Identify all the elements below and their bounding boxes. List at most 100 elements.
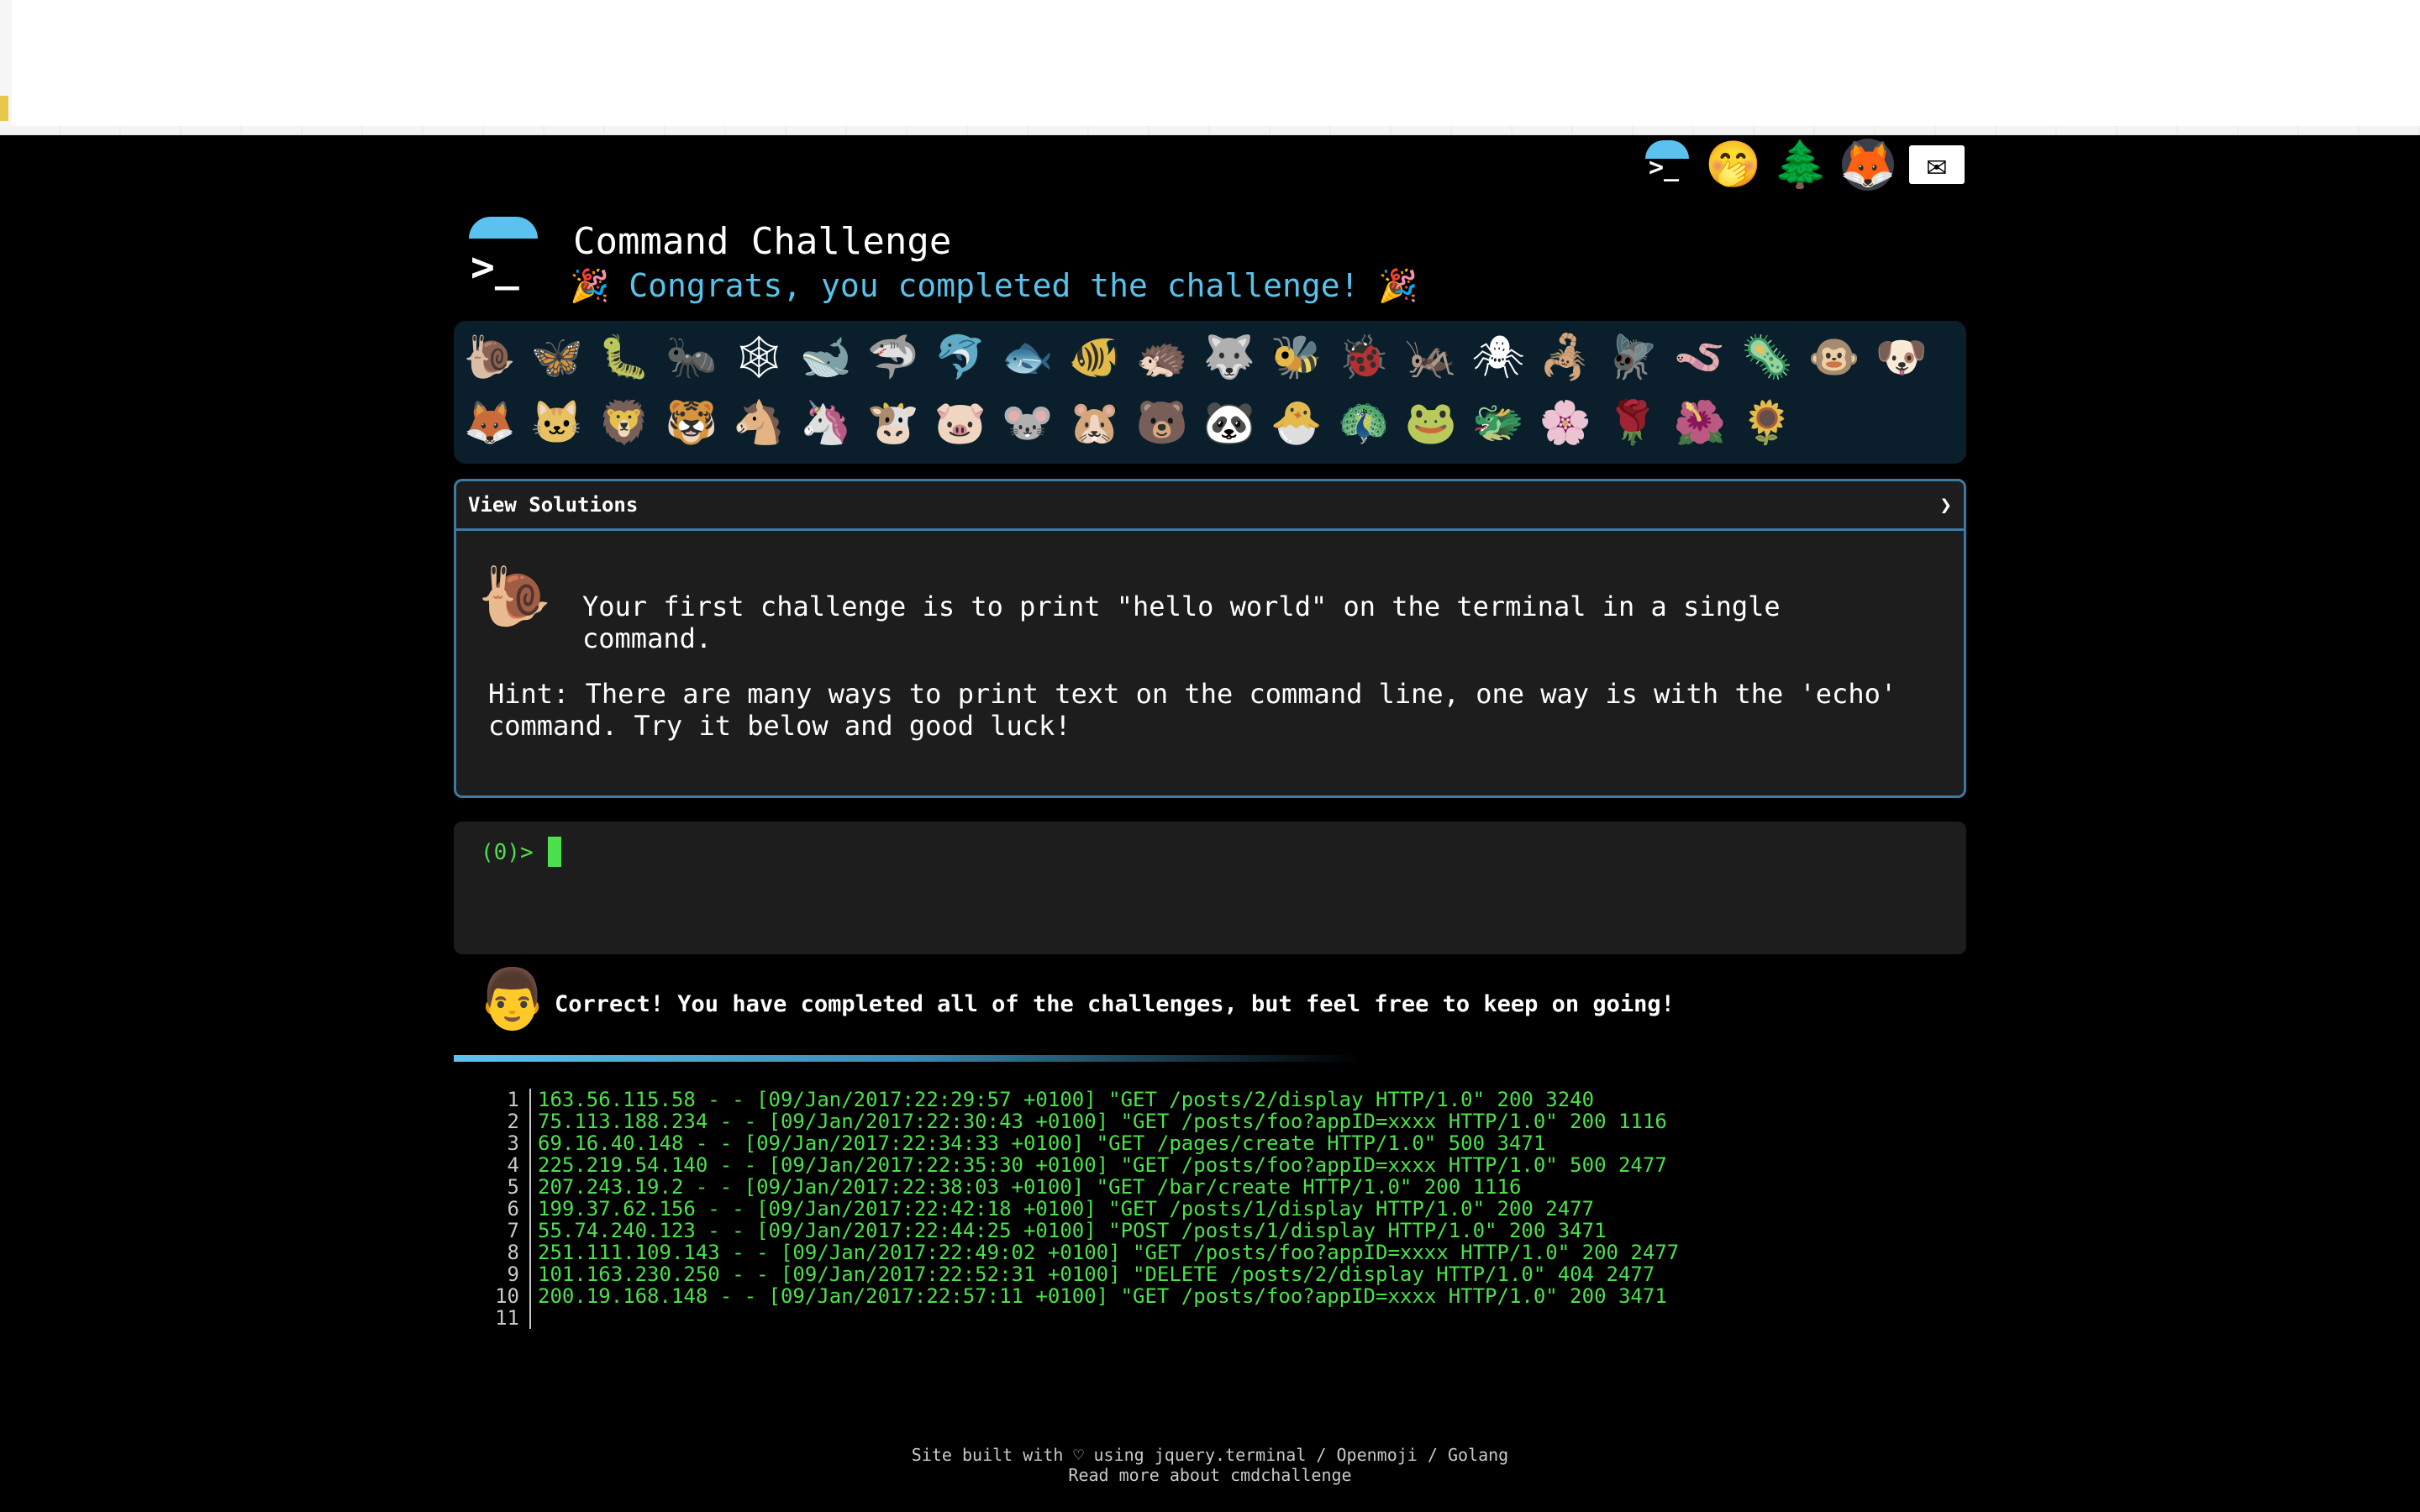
badge-icon[interactable]: 🕷 [1470,329,1526,385]
footer-about-link[interactable]: Read more about cmdchallenge [0,1465,2420,1485]
log-line: 6 199.37.62.156 - - [09/Jan/2017:22:42:18… [454,1198,1966,1220]
log-text: 207.243.19.2 - - [09/Jan/2017:22:38:03 +… [538,1175,1522,1199]
badge-icon[interactable]: 🌹 [1605,395,1660,450]
view-solutions-toggle[interactable]: View Solutions ❯ [456,481,1964,531]
mail-icon[interactable]: ✉ [1909,145,1965,184]
log-text: 163.56.115.58 - - [09/Jan/2017:22:29:57 … [538,1088,1595,1111]
badge-icon[interactable]: 🦊 [462,395,518,450]
line-number: 7 [454,1220,531,1242]
badge-icon[interactable]: 🐴 [731,395,786,450]
badge-icon[interactable]: 🐋 [798,329,854,385]
badge-icon[interactable]: 🦄 [798,395,854,450]
badge-icon[interactable]: 🐌 [462,329,518,385]
badge-icon[interactable]: 🐻 [1134,395,1190,450]
badge-icon[interactable]: 🦋 [529,329,585,385]
badge-icon[interactable]: 🌺 [1672,395,1728,450]
badge-icon[interactable]: 🐼 [1202,395,1257,450]
browser-blank-area [0,0,2420,135]
log-line: 10 200.19.168.148 - - [09/Jan/2017:22:57:… [454,1285,1966,1307]
log-line: 11 [454,1307,1966,1329]
terminal-input[interactable]: (0)> [454,822,1966,954]
badge-icon[interactable]: 🐹 [1067,395,1123,450]
log-line: 4 225.219.54.140 - - [09/Jan/2017:22:35:3… [454,1154,1966,1176]
gitlab-icon[interactable]: 🦊 [1839,139,1897,191]
badge-icon[interactable]: 🌸 [1538,395,1593,450]
result-text: Correct! You have completed all of the c… [555,991,1675,1017]
line-number: 5 [454,1176,531,1198]
badge-icon[interactable]: 🐶 [1874,329,1929,385]
badge-icon[interactable]: 🐲 [1470,395,1526,450]
badge-icon[interactable]: 🦚 [1336,395,1392,450]
log-line: 2 75.113.188.234 - - [09/Jan/2017:22:30:4… [454,1110,1966,1132]
log-text: 199.37.62.156 - - [09/Jan/2017:22:42:18 … [538,1197,1595,1221]
log-output: 1 163.56.115.58 - - [09/Jan/2017:22:29:57… [454,1089,1966,1329]
log-line: 7 55.74.240.123 - - [09/Jan/2017:22:44:25… [454,1220,1966,1242]
ruler [0,126,2420,134]
badge-icon[interactable]: 🐠 [1067,329,1123,385]
log-text [531,1307,538,1329]
line-number: 2 [454,1110,531,1132]
footer-credits[interactable]: Site built with ♡ using jquery.terminal … [0,1445,2420,1465]
badge-icon[interactable]: 🐸 [1403,395,1459,450]
badge-icon[interactable]: 🦈 [865,329,921,385]
badge-icon[interactable]: 🪱 [1672,329,1728,385]
badge-icon[interactable]: 🐯 [664,395,719,450]
badge-icon[interactable]: 🦠 [1739,329,1795,385]
badge-icon[interactable]: 🦗 [1403,329,1459,385]
challenge-box: View Solutions ❯ 🐌 Your first challenge … [454,479,1966,798]
view-solutions-label: View Solutions [468,493,639,517]
badge-icon[interactable]: 🐵 [1807,329,1862,385]
badge-icon[interactable]: 🐮 [865,395,921,450]
result-message: 👨 Correct! You have completed all of the… [454,966,1966,1062]
line-number: 6 [454,1198,531,1220]
shushing-face-icon[interactable]: 🤭 [1705,139,1761,191]
line-number: 4 [454,1154,531,1176]
tree-icon[interactable]: 🌲 [1772,139,1828,191]
line-number: 9 [454,1263,531,1285]
log-line: 1 163.56.115.58 - - [09/Jan/2017:22:29:57… [454,1089,1966,1110]
badge-icon[interactable]: 🐟 [1000,329,1055,385]
badge-icon[interactable]: 🐝 [1269,329,1324,385]
congrats-subtitle: 🎉 Congrats, you completed the challenge!… [570,267,1418,304]
badge-icon[interactable]: 🐣 [1269,395,1324,450]
challenge-description: Your first challenge is to print "hello … [582,591,1781,654]
badge-icon[interactable]: 🐬 [933,329,988,385]
badge-icon[interactable]: 🦔 [1134,329,1190,385]
log-text: 200.19.168.148 - - [09/Jan/2017:22:57:11… [538,1284,1667,1308]
log-line: 3 69.16.40.148 - - [09/Jan/2017:22:34:33 … [454,1132,1966,1154]
chevron-right-icon: ❯ [1939,493,1952,517]
badge-icon[interactable]: 🐱 [529,395,585,450]
line-number: 11 [454,1307,531,1329]
badge-icon[interactable]: 🦁 [597,395,652,450]
line-number: 8 [454,1242,531,1263]
badge-icon[interactable]: 🐺 [1202,329,1257,385]
log-text: 251.111.109.143 - - [09/Jan/2017:22:49:0… [538,1241,1680,1264]
log-text: 225.219.54.140 - - [09/Jan/2017:22:35:30… [538,1153,1667,1177]
line-number: 10 [454,1285,531,1307]
terminal-cursor [548,837,561,867]
snail-icon: 🐌 [478,562,552,631]
progress-divider [454,1055,1966,1062]
badge-icon[interactable]: 🐭 [1000,395,1055,450]
badge-icon[interactable]: 🕸 [731,329,786,385]
corner-mark [0,96,8,121]
log-text: 75.113.188.234 - - [09/Jan/2017:22:30:43… [538,1110,1667,1133]
badge-icon[interactable]: 🐷 [933,395,988,450]
terminal-prompt: (0)> [481,840,534,865]
log-text: 101.163.230.250 - - [09/Jan/2017:22:52:3… [538,1263,1655,1286]
top-nav-icons: >_ 🤭 🌲 🦊 ✉ [1640,139,1965,191]
badge-icon[interactable]: 🐞 [1336,329,1392,385]
badge-icon[interactable]: 🐛 [597,329,652,385]
logo[interactable]: >_ [467,217,539,292]
page-title: Command Challenge [573,220,952,263]
line-number: 1 [454,1089,531,1110]
badge-icon[interactable]: 🪰 [1605,329,1660,385]
terminal-icon[interactable]: >_ [1640,139,1692,191]
challenge-hint: Hint: There are many ways to print text … [488,678,1897,742]
line-number: 3 [454,1132,531,1154]
badge-icon[interactable]: 🦂 [1538,329,1593,385]
log-text: 55.74.240.123 - - [09/Jan/2017:22:44:25 … [538,1219,1607,1242]
footer: Site built with ♡ using jquery.terminal … [0,1445,2420,1485]
badge-icon[interactable]: 🌻 [1739,395,1795,450]
badge-icon[interactable]: 🐜 [664,329,719,385]
